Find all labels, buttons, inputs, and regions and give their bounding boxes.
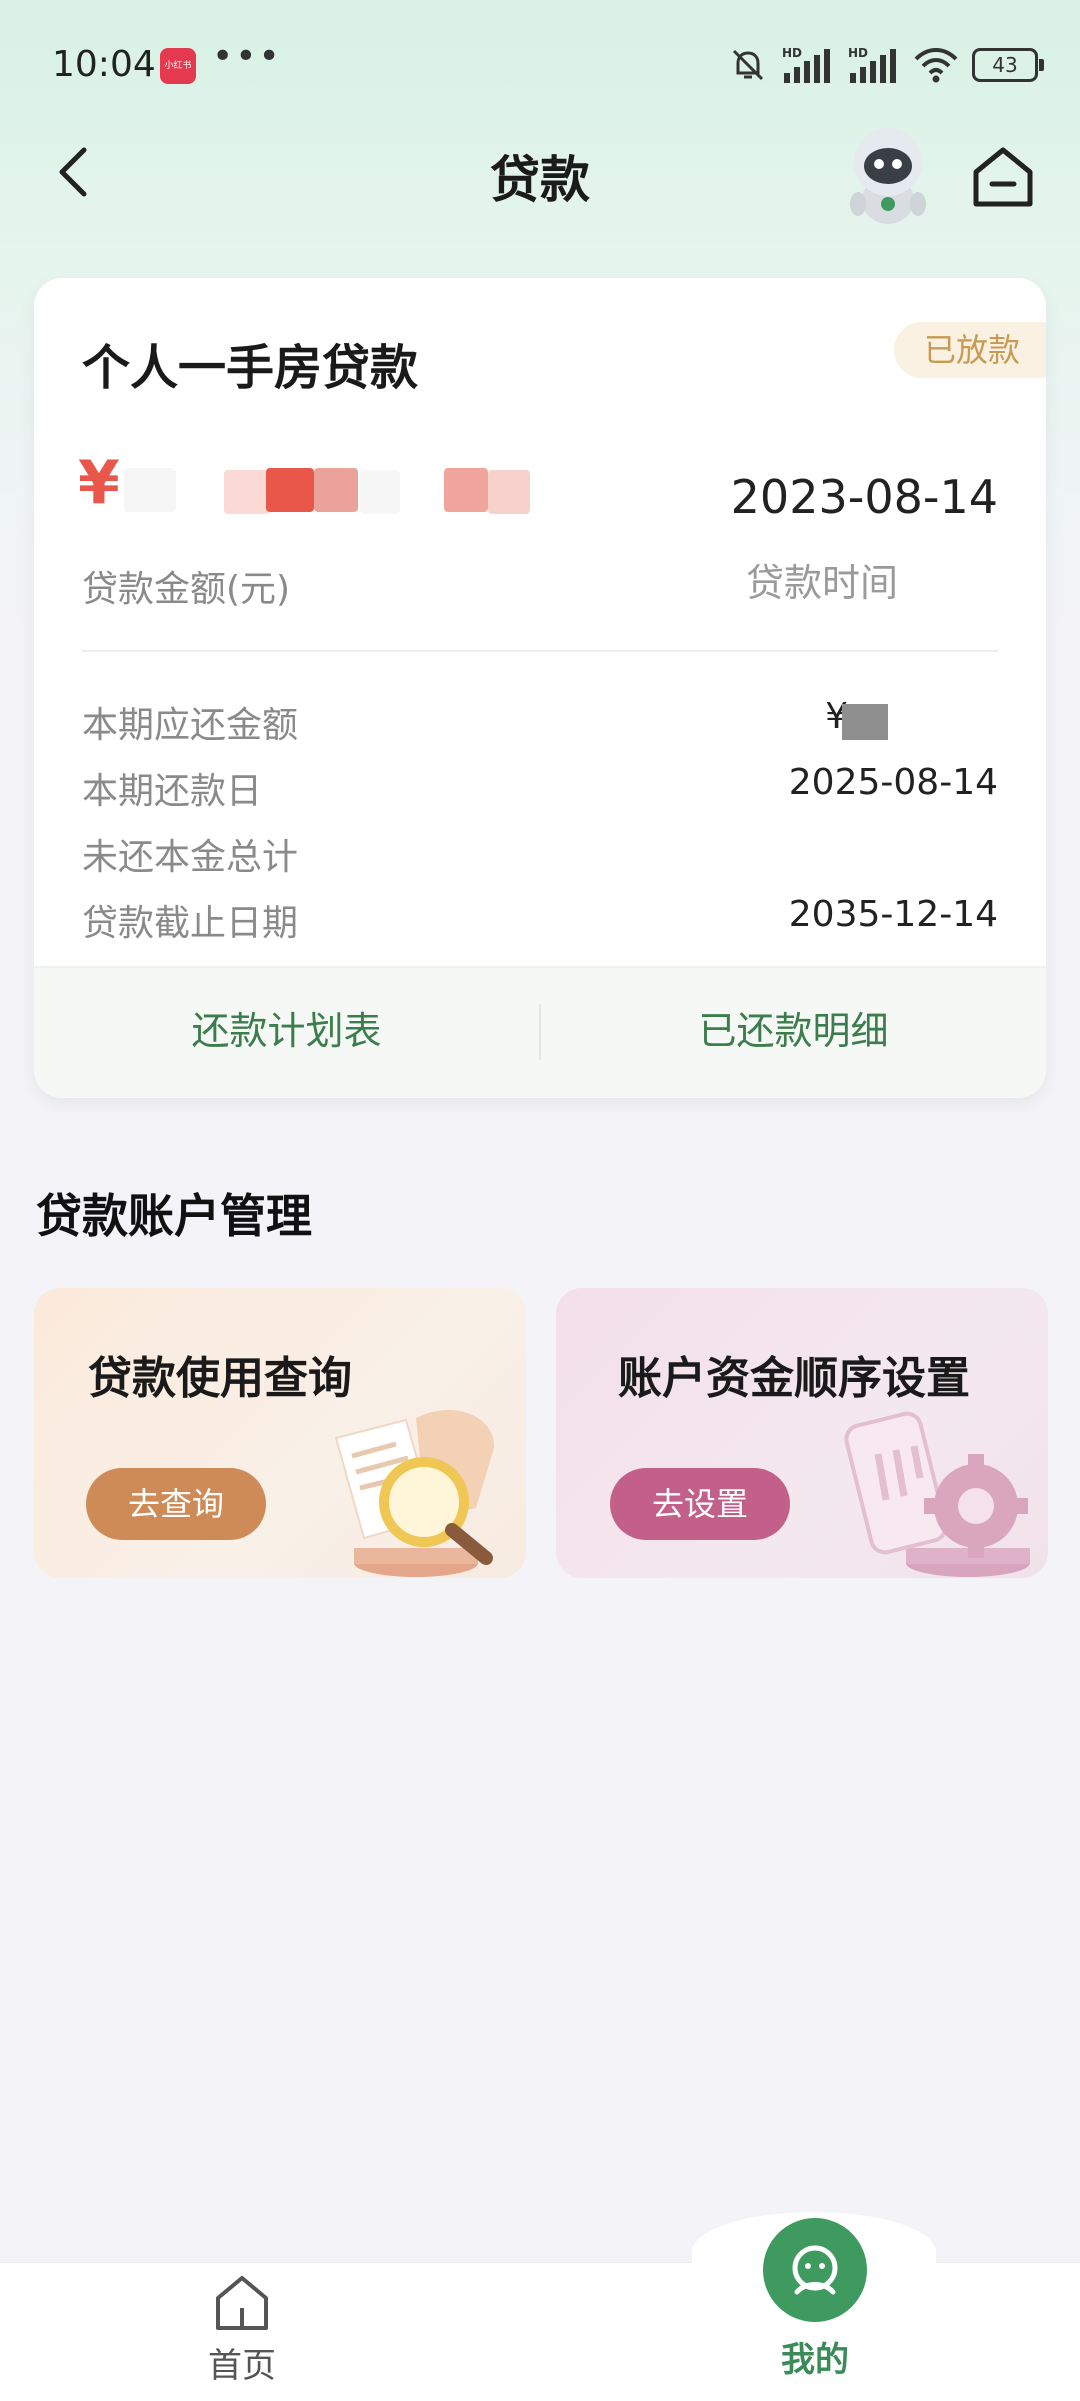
status-badge: 已放款 <box>893 322 1046 378</box>
more-notifications-icon: ••• <box>212 36 282 77</box>
detail-value: 2025-08-14 <box>788 762 998 803</box>
amount-redaction <box>314 468 358 512</box>
detail-row-outstanding: 未还本金总计 <box>82 828 998 888</box>
query-button[interactable]: 去查询 <box>86 1468 266 1540</box>
amount-redaction <box>224 470 270 514</box>
tab-home[interactable]: 首页 <box>190 2270 294 2390</box>
card-actions: 还款计划表 已还款明细 <box>34 966 1046 1098</box>
home-icon[interactable] <box>968 142 1038 212</box>
signal-hd-icon-2: HD <box>848 46 896 83</box>
fund-order-setting-card[interactable]: 账户资金顺序设置 去设置 <box>556 1288 1048 1578</box>
status-time: 10:04 <box>52 44 156 85</box>
amount-redaction <box>488 470 530 514</box>
tab-mine[interactable]: 我的 <box>740 2210 890 2390</box>
loan-card: 个人一手房贷款 已放款 ¥ 贷款金额(元) 2023-08-14 贷款时间 本期… <box>34 278 1046 1098</box>
user-icon <box>763 2218 867 2322</box>
assistant-robot-icon[interactable] <box>838 120 938 230</box>
tab-label: 首页 <box>208 2346 276 2386</box>
loan-date: 2023-08-14 <box>730 470 998 524</box>
repayment-schedule-button[interactable]: 还款计划表 <box>34 968 539 1098</box>
loan-amount-label: 贷款金额(元) <box>82 569 291 610</box>
amount-redaction <box>360 470 400 514</box>
detail-label: 本期应还金额 <box>82 705 299 746</box>
card-title: 贷款使用查询 <box>88 1353 352 1404</box>
status-icons: HD HD 43 <box>728 44 1044 86</box>
settings-button[interactable]: 去设置 <box>610 1468 790 1540</box>
amount-redaction <box>444 468 488 512</box>
card-title: 账户资金顺序设置 <box>618 1353 970 1404</box>
detail-row-end-date: 贷款截止日期 2035-12-14 <box>82 894 998 954</box>
detail-label: 本期还款日 <box>82 771 263 812</box>
loan-date-label: 贷款时间 <box>746 561 899 605</box>
detail-value: 2035-12-14 <box>788 894 998 935</box>
signal-hd-icon: HD <box>782 46 830 83</box>
loan-type-title: 个人一手房贷款 <box>82 340 419 396</box>
wifi-icon <box>914 48 958 83</box>
svg-text:HD: HD <box>848 46 868 60</box>
status-bar: 10:04 小红书 ••• HD HD 43 <box>0 0 1080 130</box>
amount-redaction <box>124 468 176 512</box>
magnifier-document-icon <box>334 1409 495 1577</box>
home-icon <box>216 2276 268 2330</box>
loan-usage-query-card[interactable]: 贷款使用查询 去查询 <box>34 1288 526 1578</box>
phone-gear-icon <box>844 1411 1030 1577</box>
detail-row-due-date: 本期还款日 2025-08-14 <box>82 762 998 822</box>
mute-icon <box>732 49 764 81</box>
detail-label: 未还本金总计 <box>82 837 299 878</box>
detail-row-due-amount: 本期应还金额 ¥ <box>82 696 998 756</box>
divider <box>82 650 998 652</box>
repaid-details-button[interactable]: 已还款明细 <box>541 968 1046 1098</box>
value-redaction <box>842 704 888 740</box>
section-title: 贷款账户管理 <box>36 1189 312 1243</box>
detail-label: 贷款截止日期 <box>82 903 299 944</box>
battery-icon: 43 <box>972 48 1044 82</box>
amount-redaction <box>266 468 314 512</box>
tab-label: 我的 <box>781 2340 849 2380</box>
nav-bar: 贷款 <box>0 120 1080 230</box>
notification-app-icon: 小红书 <box>160 48 196 84</box>
svg-text:HD: HD <box>782 46 802 60</box>
loan-amount: ¥ <box>78 448 120 518</box>
